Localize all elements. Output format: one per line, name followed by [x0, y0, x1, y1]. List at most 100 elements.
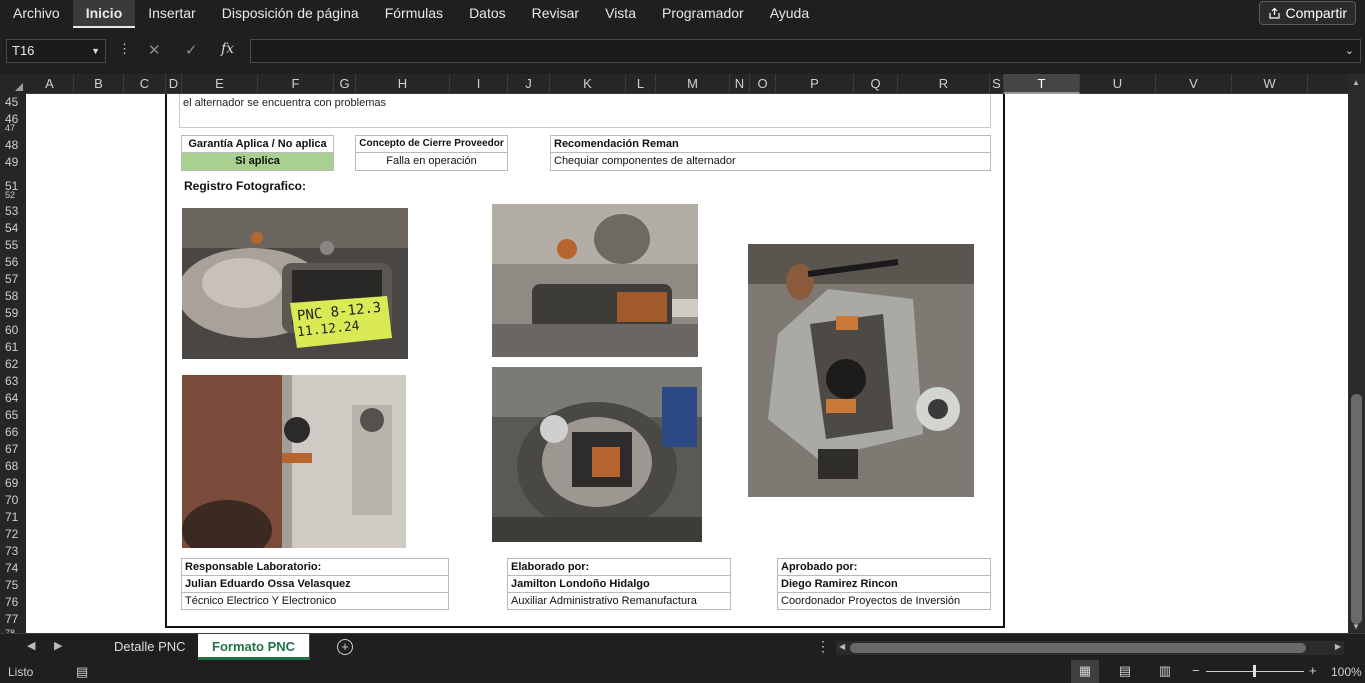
row-header[interactable]: 66: [0, 425, 26, 439]
more-options-icon[interactable]: ⋮: [118, 41, 131, 57]
row-header[interactable]: 65: [0, 408, 26, 422]
normal-view-button[interactable]: ▦: [1071, 660, 1099, 683]
menu-formulas[interactable]: Fórmulas: [372, 0, 456, 28]
menu-datos[interactable]: Datos: [456, 0, 519, 28]
row-header[interactable]: 53: [0, 204, 26, 218]
row-header[interactable]: 56: [0, 255, 26, 269]
signer-approved[interactable]: Aprobado por: Diego Ramirez Rincon Coord…: [777, 558, 991, 610]
column-header[interactable]: O: [750, 74, 776, 94]
row-header[interactable]: 49: [0, 155, 26, 169]
column-header[interactable]: P: [776, 74, 854, 94]
menu-archivo[interactable]: Archivo: [0, 0, 73, 28]
row-header[interactable]: 45: [0, 95, 26, 109]
scroll-down-icon[interactable]: ▼: [1352, 622, 1360, 631]
column-header[interactable]: N: [730, 74, 750, 94]
row-header[interactable]: 69: [0, 476, 26, 490]
column-header[interactable]: U: [1080, 74, 1156, 94]
menu-vista[interactable]: Vista: [592, 0, 649, 28]
tab-detalle-pnc[interactable]: Detalle PNC: [100, 634, 201, 660]
row-header[interactable]: 77: [0, 612, 26, 626]
row-header[interactable]: 72: [0, 527, 26, 541]
row-header[interactable]: 52: [0, 190, 26, 200]
zoom-in-icon[interactable]: +: [1309, 663, 1317, 678]
photo-housing[interactable]: [182, 375, 406, 548]
row-header[interactable]: 67: [0, 442, 26, 456]
row-header[interactable]: 75: [0, 578, 26, 592]
column-header[interactable]: K: [550, 74, 626, 94]
column-header[interactable]: S: [990, 74, 1004, 94]
next-sheet-icon[interactable]: ▶: [54, 639, 62, 652]
add-sheet-icon[interactable]: +: [337, 639, 353, 655]
menu-insertar[interactable]: Insertar: [135, 0, 208, 28]
column-header[interactable]: C: [124, 74, 166, 94]
enter-icon[interactable]: ✓: [185, 41, 198, 59]
column-header[interactable]: F: [258, 74, 334, 94]
photo-armature[interactable]: [492, 204, 698, 357]
row-header[interactable]: 73: [0, 544, 26, 558]
photo-starter-motor[interactable]: PNC 8-12.3 11.12.24: [182, 208, 408, 359]
column-header[interactable]: A: [26, 74, 74, 94]
closing-concept-cell[interactable]: Concepto de Cierre Proveedor Falla en op…: [355, 135, 508, 171]
accessibility-icon[interactable]: ▤: [76, 664, 88, 680]
column-header[interactable]: D: [166, 74, 182, 94]
row-header[interactable]: 58: [0, 289, 26, 303]
menu-programador[interactable]: Programador: [649, 0, 757, 28]
row-header[interactable]: 64: [0, 391, 26, 405]
row-header[interactable]: 70: [0, 493, 26, 507]
photo-brush-holder[interactable]: [748, 244, 974, 497]
prev-sheet-icon[interactable]: ◀: [27, 639, 35, 652]
page-layout-button[interactable]: ▤: [1111, 660, 1139, 683]
worksheet-grid[interactable]: el alternador se encuentra con problemas…: [26, 94, 1348, 633]
menu-inicio[interactable]: Inicio: [72, 0, 136, 28]
share-button[interactable]: Compartir: [1258, 1, 1356, 25]
row-header[interactable]: 54: [0, 221, 26, 235]
vertical-scrollbar[interactable]: ▲ ▼: [1348, 74, 1365, 633]
cancel-icon[interactable]: ✕: [148, 41, 161, 59]
row-header[interactable]: 48: [0, 138, 26, 152]
menu-revisar[interactable]: Revisar: [519, 0, 592, 28]
formula-input[interactable]: ⌄: [250, 39, 1361, 63]
menu-disposicion[interactable]: Disposición de página: [209, 0, 372, 28]
row-header[interactable]: 63: [0, 374, 26, 388]
row-header[interactable]: 76: [0, 595, 26, 609]
chevron-down-icon[interactable]: ⌄: [1345, 44, 1354, 57]
column-header-selected[interactable]: T: [1004, 74, 1080, 94]
column-header[interactable]: J: [508, 74, 550, 94]
column-header[interactable]: V: [1156, 74, 1232, 94]
row-header[interactable]: 47: [0, 123, 26, 133]
column-header[interactable]: R: [898, 74, 990, 94]
fx-icon[interactable]: fx: [221, 41, 234, 57]
select-all-corner[interactable]: [0, 74, 26, 94]
row-header[interactable]: 57: [0, 272, 26, 286]
row-header[interactable]: 68: [0, 459, 26, 473]
menu-ayuda[interactable]: Ayuda: [757, 0, 822, 28]
tab-formato-pnc[interactable]: Formato PNC: [198, 634, 311, 660]
row-header[interactable]: 59: [0, 306, 26, 320]
warranty-cell[interactable]: Garantía Aplica / No aplica Si aplica: [181, 135, 334, 171]
zoom-level[interactable]: 100%: [1331, 665, 1362, 679]
scroll-right-icon[interactable]: ▶: [1335, 642, 1341, 651]
row-header[interactable]: 61: [0, 340, 26, 354]
column-header[interactable]: G: [334, 74, 356, 94]
scroll-thumb[interactable]: [850, 643, 1306, 653]
scroll-thumb[interactable]: [1351, 394, 1362, 624]
zoom-slider-thumb[interactable]: [1253, 665, 1256, 677]
more-options-icon[interactable]: ⋮: [816, 638, 830, 655]
column-header[interactable]: L: [626, 74, 656, 94]
column-header[interactable]: I: [450, 74, 508, 94]
horizontal-scrollbar[interactable]: ◀ ▶: [836, 641, 1344, 655]
column-header[interactable]: H: [356, 74, 450, 94]
row-header[interactable]: 55: [0, 238, 26, 252]
column-header[interactable]: E: [182, 74, 258, 94]
photo-rotor[interactable]: [492, 367, 702, 542]
recommendation-cell[interactable]: Recomendación Reman Chequiar componentes…: [550, 135, 991, 171]
column-header[interactable]: Q: [854, 74, 898, 94]
zoom-out-icon[interactable]: −: [1192, 663, 1200, 678]
scroll-left-icon[interactable]: ◀: [839, 642, 845, 651]
row-header[interactable]: 74: [0, 561, 26, 575]
scroll-up-icon[interactable]: ▲: [1352, 78, 1360, 87]
column-header[interactable]: B: [74, 74, 124, 94]
column-header[interactable]: M: [656, 74, 730, 94]
signer-lab[interactable]: Responsable Laboratorio: Julian Eduardo …: [181, 558, 449, 610]
row-header[interactable]: 71: [0, 510, 26, 524]
